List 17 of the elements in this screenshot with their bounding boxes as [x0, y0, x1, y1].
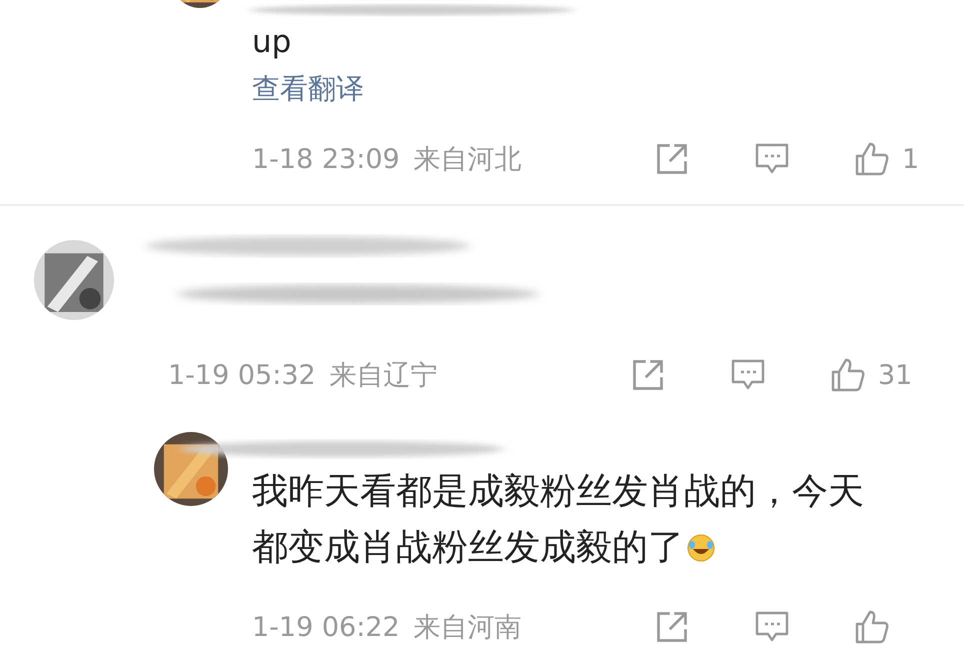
- like-count: 31: [878, 360, 912, 390]
- thumbs-up-icon[interactable]: [854, 609, 890, 645]
- comment-location: 来自河北: [414, 143, 522, 177]
- comment-time: 1-19 06:22: [252, 612, 400, 642]
- share-icon[interactable]: [630, 357, 666, 393]
- like-count: 1: [902, 144, 920, 174]
- comment-text: up: [252, 23, 292, 62]
- share-icon[interactable]: [654, 141, 690, 177]
- comment-text: 我昨天看都是成毅粉丝发肖战的，今天都变成肖战粉丝发成毅的了: [252, 470, 865, 570]
- comment-location: 来自辽宁: [330, 359, 438, 393]
- comment-time: 1-19 05:32: [168, 360, 316, 390]
- translate-link[interactable]: 查看翻译: [252, 70, 364, 108]
- comment-location: 来自河南: [414, 611, 522, 645]
- thumbs-up-icon[interactable]: [830, 357, 866, 393]
- thumbs-up-icon[interactable]: [854, 141, 890, 177]
- comment-time: 1-18 23:09: [252, 144, 400, 174]
- share-icon[interactable]: [654, 609, 690, 645]
